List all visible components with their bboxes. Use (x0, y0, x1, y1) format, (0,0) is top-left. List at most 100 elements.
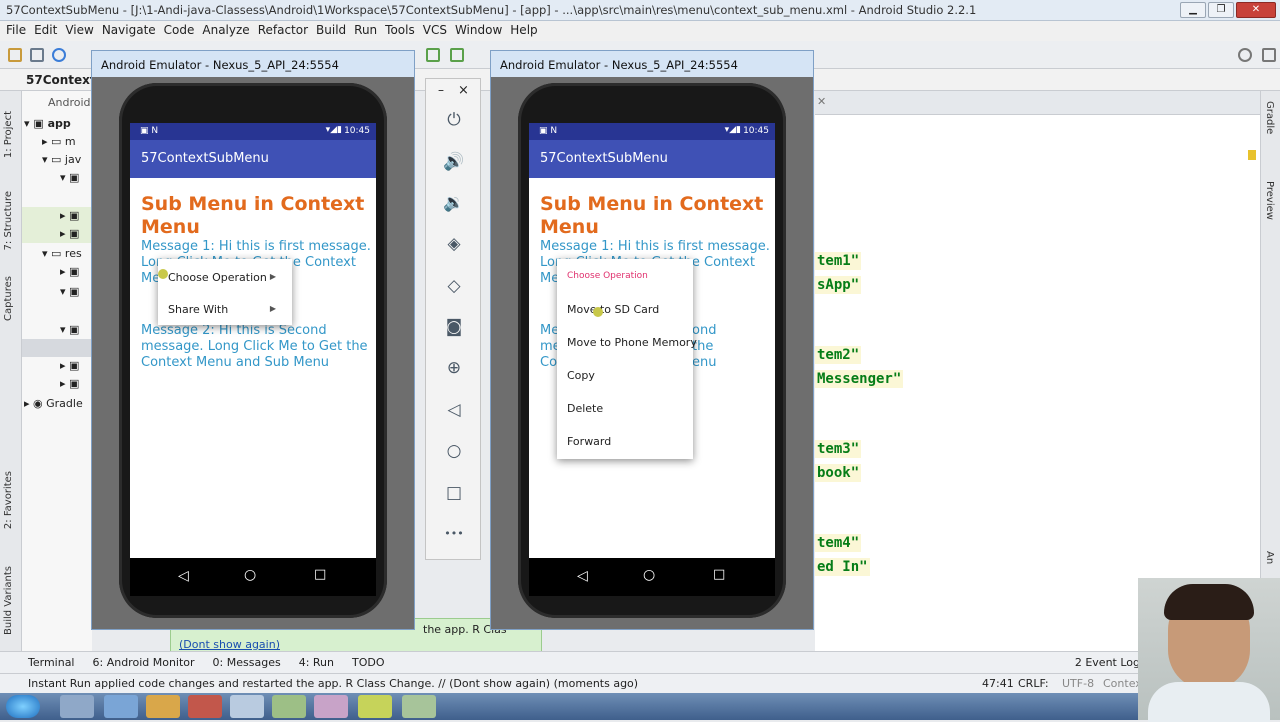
recents-icon[interactable]: □ (713, 567, 725, 582)
menu-run[interactable]: Run (352, 21, 383, 41)
camera-icon[interactable]: ◙ (443, 316, 465, 338)
tree-manifests[interactable]: ▸ ▭ m (42, 135, 76, 148)
android-monitor-tab[interactable]: 6: Android Monitor (93, 656, 195, 669)
terminal-tab[interactable]: Terminal (28, 656, 75, 669)
taskbar-firefox[interactable] (188, 695, 222, 718)
minimize-button[interactable]: ▁ (1180, 2, 1206, 18)
maximize-button[interactable]: ❐ (1208, 2, 1234, 18)
back-icon[interactable]: ◁ (577, 568, 588, 584)
menu-item-forward[interactable]: Forward (567, 435, 611, 448)
context-indicator[interactable]: Contex (1103, 677, 1142, 690)
message-2-fragment[interactable]: enu (692, 355, 752, 371)
taskbar-app[interactable] (314, 695, 348, 718)
dont-show-again-link[interactable]: (Dont show again) (179, 638, 533, 651)
tree-selected-row[interactable] (22, 339, 92, 357)
taskbar-ie[interactable] (104, 695, 138, 718)
caret-position[interactable]: 47:41 (982, 677, 1014, 690)
menu-item-choose-operation[interactable]: Choose Operation (168, 271, 267, 284)
menu-tools[interactable]: Tools (383, 21, 421, 41)
messages-tab[interactable]: 0: Messages (213, 656, 281, 669)
open-folder-icon[interactable] (8, 48, 22, 62)
tree-node[interactable]: ▾ ▣ (60, 323, 79, 336)
tree-node[interactable]: ▾ ▣ (60, 171, 79, 184)
overview-icon[interactable]: □ (443, 482, 465, 504)
phone-screen[interactable]: ▣ N ▾◢▮ 10:45 57ContextSubMenu Sub Menu … (130, 123, 376, 558)
menu-item-move-to-sd-card[interactable]: Move to SD Card (567, 303, 659, 316)
back-icon[interactable]: ◁ (443, 399, 465, 421)
back-icon[interactable]: ◁ (178, 568, 189, 584)
save-icon[interactable] (30, 48, 44, 62)
power-icon[interactable]: ⏻ (443, 109, 465, 131)
run-tab[interactable]: 4: Run (299, 656, 334, 669)
menu-edit[interactable]: Edit (32, 21, 63, 41)
menu-item-move-to-phone-memory[interactable]: Move to Phone Memory (567, 336, 697, 349)
run-icon[interactable] (426, 48, 440, 62)
menu-file[interactable]: File (4, 21, 32, 41)
taskbar-app[interactable] (272, 695, 306, 718)
tree-gradle[interactable]: ▸ ◉ Gradle (24, 397, 83, 410)
taskbar-explorer[interactable] (60, 695, 94, 718)
sdk-manager-icon[interactable] (1262, 48, 1276, 62)
tree-res[interactable]: ▾ ▭ res (42, 247, 82, 260)
build-variants-tool-tab[interactable]: Build Variants (3, 566, 14, 635)
message-2-fragment[interactable]: the (692, 339, 752, 355)
gradle-tool-tab[interactable]: Gradle (1264, 101, 1275, 134)
android-model-tool-tab[interactable]: An (1264, 551, 1275, 564)
tree-node[interactable]: ▾ ▣ (60, 285, 79, 298)
tree-node[interactable]: ▸ ▣ (60, 227, 79, 240)
zoom-icon[interactable]: ⊕ (443, 357, 465, 379)
message-2[interactable]: Message 2: Hi this is Second message. Lo… (141, 323, 371, 371)
tree-node[interactable]: ▸ ▣ (60, 377, 79, 390)
tree-node[interactable]: ▸ ▣ (60, 209, 79, 222)
event-log-tab[interactable]: 2 Event Log (1075, 656, 1140, 669)
home-icon[interactable]: ○ (443, 440, 465, 462)
favorites-tool-tab[interactable]: 2: Favorites (3, 471, 14, 529)
more-icon[interactable]: ••• (443, 523, 465, 545)
todo-tab[interactable]: TODO (352, 656, 385, 669)
start-button[interactable] (6, 695, 40, 718)
search-icon[interactable] (1238, 48, 1252, 62)
close-button[interactable]: ✕ (1236, 2, 1276, 18)
project-tool-tab[interactable]: 1: Project (3, 111, 14, 158)
menu-view[interactable]: View (63, 21, 99, 41)
home-icon[interactable]: ○ (643, 567, 655, 583)
tree-java[interactable]: ▾ ▭ jav (42, 153, 81, 166)
taskbar-media[interactable] (146, 695, 180, 718)
sync-icon[interactable] (52, 48, 66, 62)
menu-item-delete[interactable]: Delete (567, 402, 603, 415)
menu-code[interactable]: Code (162, 21, 201, 41)
preview-tool-tab[interactable]: Preview (1264, 181, 1275, 220)
menu-vcs[interactable]: VCS (421, 21, 453, 41)
menu-item-share-with[interactable]: Share With (168, 303, 228, 316)
tree-app[interactable]: ▾ ▣ app (24, 117, 71, 130)
volume-down-icon[interactable]: 🔉 (443, 192, 465, 214)
menu-build[interactable]: Build (314, 21, 352, 41)
volume-up-icon[interactable]: 🔊 (443, 151, 465, 173)
rotate-left-icon[interactable]: ◈ (443, 233, 465, 255)
project-view-selector[interactable]: Android (48, 96, 91, 109)
debug-icon[interactable] (450, 48, 464, 62)
tree-node[interactable]: ▸ ▣ (60, 359, 79, 372)
message-2-fragment[interactable]: ond (692, 323, 742, 339)
close-tab-icon[interactable]: ✕ (817, 95, 826, 108)
file-encoding[interactable]: UTF-8 (1062, 677, 1094, 690)
close-icon[interactable]: × (458, 83, 469, 98)
taskbar-android-studio[interactable] (358, 695, 392, 718)
home-icon[interactable]: ○ (244, 567, 256, 583)
structure-tool-tab[interactable]: 7: Structure (3, 191, 14, 250)
captures-tool-tab[interactable]: Captures (3, 276, 14, 321)
recents-icon[interactable]: □ (314, 567, 326, 582)
taskbar-emulator[interactable] (402, 695, 436, 718)
status-message[interactable]: Instant Run applied code changes and res… (28, 677, 638, 690)
menu-window[interactable]: Window (453, 21, 508, 41)
phone-screen[interactable]: ▣ N ▾◢▮ 10:45 57ContextSubMenu Sub Menu … (529, 123, 775, 558)
rotate-right-icon[interactable]: ◇ (443, 275, 465, 297)
taskbar-chrome[interactable] (230, 695, 264, 718)
menu-refactor[interactable]: Refactor (256, 21, 314, 41)
minimize-icon[interactable]: – (438, 83, 444, 97)
line-separator[interactable]: CRLF: (1018, 677, 1049, 690)
menu-analyze[interactable]: Analyze (200, 21, 255, 41)
tree-node[interactable]: ▸ ▣ (60, 265, 79, 278)
menu-navigate[interactable]: Navigate (100, 21, 162, 41)
menu-help[interactable]: Help (508, 21, 543, 41)
